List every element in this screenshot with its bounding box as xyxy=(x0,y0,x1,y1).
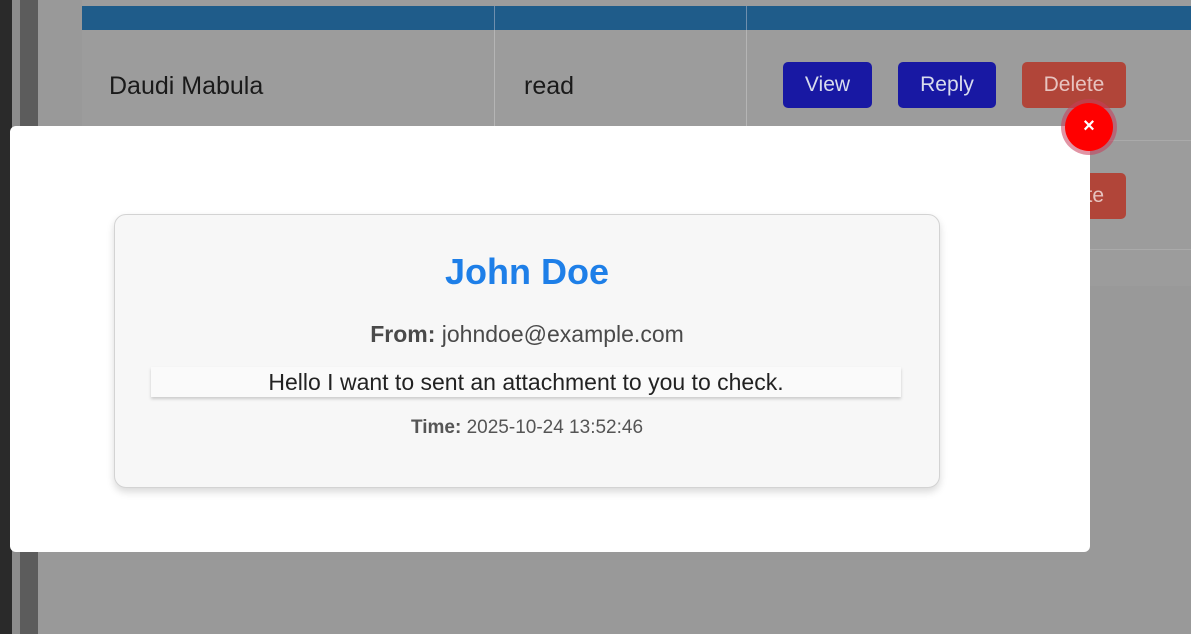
sender-name: John Doe xyxy=(444,251,609,292)
message-time-line: Time: 2025-10-24 13:52:46 xyxy=(115,417,939,439)
column-divider xyxy=(494,30,495,141)
header-divider xyxy=(494,6,495,30)
from-label: From: xyxy=(370,321,436,347)
close-modal-button[interactable]: × xyxy=(1065,103,1113,151)
table-header xyxy=(82,6,1191,30)
delete-button[interactable]: Delete xyxy=(1022,62,1126,108)
time-label: Time: xyxy=(410,417,462,438)
message-modal: John Doe From: johndoe@example.com Hello… xyxy=(10,126,1090,552)
column-divider xyxy=(746,30,747,141)
sender-name-cell: Daudi Mabula xyxy=(109,72,264,100)
table-row: Daudi Mabula read View Reply Delete xyxy=(82,30,1191,141)
message-body: Hello I want to sent an attachment to yo… xyxy=(151,367,901,397)
header-divider xyxy=(746,6,747,30)
status-cell: read xyxy=(524,72,575,100)
close-icon: × xyxy=(1083,115,1095,137)
view-button[interactable]: View xyxy=(783,62,872,108)
message-time: 2025-10-24 13:52:46 xyxy=(466,417,644,438)
reply-button[interactable]: Reply xyxy=(898,62,996,108)
sender-email: johndoe@example.com xyxy=(441,321,684,347)
sender-email-line: From: johndoe@example.com xyxy=(115,321,939,348)
message-card: John Doe From: johndoe@example.com Hello… xyxy=(114,214,940,488)
